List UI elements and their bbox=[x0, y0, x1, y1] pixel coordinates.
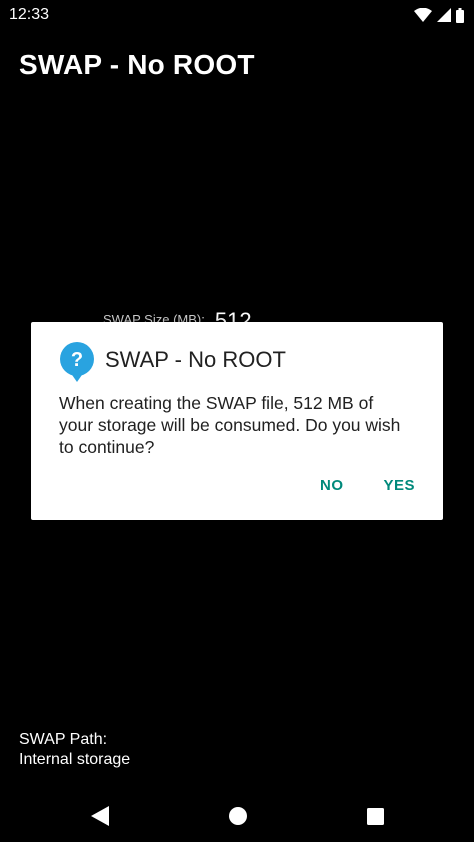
dialog-buttons: NO YES bbox=[320, 477, 415, 494]
question-icon: ? bbox=[60, 342, 94, 382]
swap-path: SWAP Path: Internal storage bbox=[19, 730, 130, 770]
swap-path-label: SWAP Path: bbox=[19, 731, 108, 748]
home-icon[interactable] bbox=[228, 807, 247, 825]
swap-path-value: Internal storage bbox=[19, 751, 131, 768]
wifi-icon bbox=[414, 8, 432, 22]
status-time: 12:33 bbox=[9, 6, 50, 23]
back-icon[interactable] bbox=[90, 806, 109, 826]
navigation-bar bbox=[0, 790, 474, 842]
status-bar: 12:33 bbox=[0, 0, 474, 30]
swap-size-label: SWAP Size (MB): bbox=[103, 312, 205, 322]
swap-size-row: SWAP Size (MB): 512 bbox=[103, 312, 303, 322]
yes-button[interactable]: YES bbox=[383, 477, 415, 494]
svg-text:?: ? bbox=[71, 349, 83, 371]
battery-icon bbox=[456, 7, 464, 23]
swap-size-value: 512 bbox=[215, 312, 252, 322]
app-title: SWAP - No ROOT bbox=[19, 49, 255, 80]
status-icons bbox=[414, 7, 464, 23]
no-button[interactable]: NO bbox=[320, 477, 344, 494]
dialog-message: When creating the SWAP file, 512 MB of y… bbox=[59, 393, 401, 457]
recents-icon[interactable] bbox=[366, 807, 384, 825]
dialog-title: SWAP - No ROOT bbox=[105, 347, 286, 372]
confirm-dialog: ? SWAP - No ROOT When creating the SWAP … bbox=[31, 322, 443, 520]
signal-icon bbox=[437, 8, 451, 22]
